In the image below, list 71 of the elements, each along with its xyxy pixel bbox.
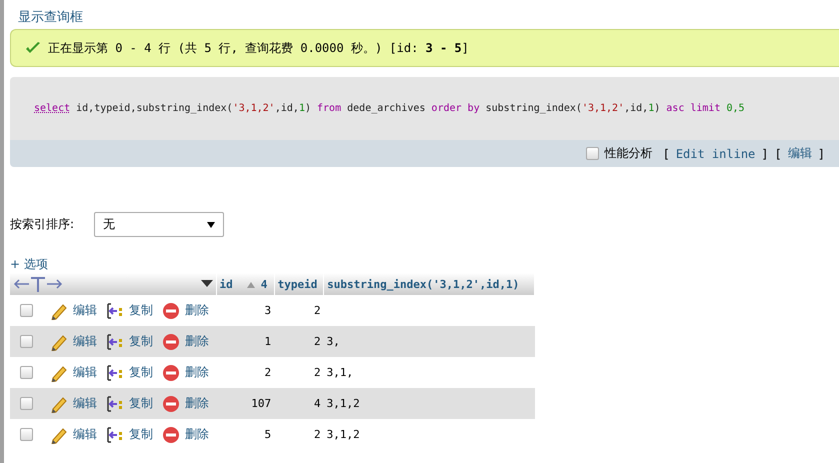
table-cell: 3, [326,335,340,348]
action-link[interactable]: 编辑 [73,395,97,412]
pencil-icon [50,426,68,444]
arrows-icon [13,275,63,293]
link[interactable]: 编辑 [788,145,812,162]
table-cell: 3,1,2 [326,428,360,441]
action-link[interactable]: 编辑 [73,333,97,350]
table-cell: 2 [314,366,321,379]
options-link[interactable]: + 选项 [10,257,839,271]
copy-icon [106,302,124,320]
table-cell: 107 [251,397,272,410]
table-cell: 3 [264,304,272,317]
table-cell: 3,1, [326,366,354,379]
column-header[interactable]: substring_index('3,1,2',id,1) [324,273,534,295]
table-cell: 5 [264,428,272,441]
action-link[interactable]: 复制 [129,395,153,412]
message-text: 正在显示第 0 - 4 行 (共 5 行, 查询花费 0.0000 秒。) [id: 3 - 5] [48,40,469,56]
action-link[interactable]: 删除 [185,426,209,443]
action-link[interactable]: 删除 [185,395,209,412]
bracket: [ [774,146,782,160]
page-title: 显示查询框 [17,9,84,27]
action-link[interactable]: 删除 [185,302,209,319]
copy-icon [106,332,124,350]
copy-icon [106,426,124,444]
check-icon [25,41,41,55]
column-header[interactable]: id 4 [216,273,274,295]
delete-icon [162,302,180,320]
caret-icon [207,222,215,228]
action-link[interactable]: 复制 [129,302,153,319]
bracket: ] [818,146,825,160]
table-cell: 2 [314,428,321,441]
delete-icon [162,394,180,412]
table-cell: 2 [314,304,321,317]
action-link[interactable]: 删除 [185,364,209,381]
action-link[interactable]: 编辑 [73,426,97,443]
bracket: ] [761,146,769,160]
sort-order: 4 [260,278,268,290]
column-header[interactable]: typeid [274,273,324,295]
action-link[interactable]: 复制 [129,364,153,381]
row-checkbox[interactable] [20,366,33,379]
link[interactable]: Edit inline [676,146,756,160]
table-cell: 3,1,2 [326,397,360,410]
table-cell: 2 [314,335,321,348]
action-link[interactable]: 编辑 [73,302,97,319]
copy-icon [106,394,124,412]
action-link[interactable]: 编辑 [73,364,97,381]
sort-dropdown[interactable]: 无 [94,212,224,237]
pencil-icon [50,302,68,320]
delete-icon [162,332,180,350]
profiling-label: 性能分析 [604,145,653,162]
action-link[interactable]: 复制 [129,333,153,350]
delete-icon [162,364,180,382]
pencil-icon [50,332,68,350]
row-checkbox[interactable] [20,335,33,348]
action-link[interactable]: 删除 [185,333,209,350]
bracket: [ [662,146,670,160]
sort-label: 按索引排序: [10,216,76,233]
action-link[interactable]: 复制 [129,426,153,443]
dropdown-icon [200,280,212,288]
row-checkbox[interactable] [20,304,33,317]
sql-query: select id,typeid,substring_index('3,1,2',id,1) from dede_archives order by substring_index('3,1,2',id,1) asc limit 0,5 [34,103,745,114]
copy-icon [106,364,124,382]
row-checkbox[interactable] [20,397,33,410]
delete-icon [162,426,180,444]
table-cell: 4 [314,397,321,410]
table-cell: 2 [264,366,272,379]
pencil-icon [50,394,68,412]
pencil-icon [50,364,68,382]
table-cell: 1 [264,335,272,348]
row-checkbox[interactable] [20,428,33,441]
checkbox[interactable] [586,147,599,160]
